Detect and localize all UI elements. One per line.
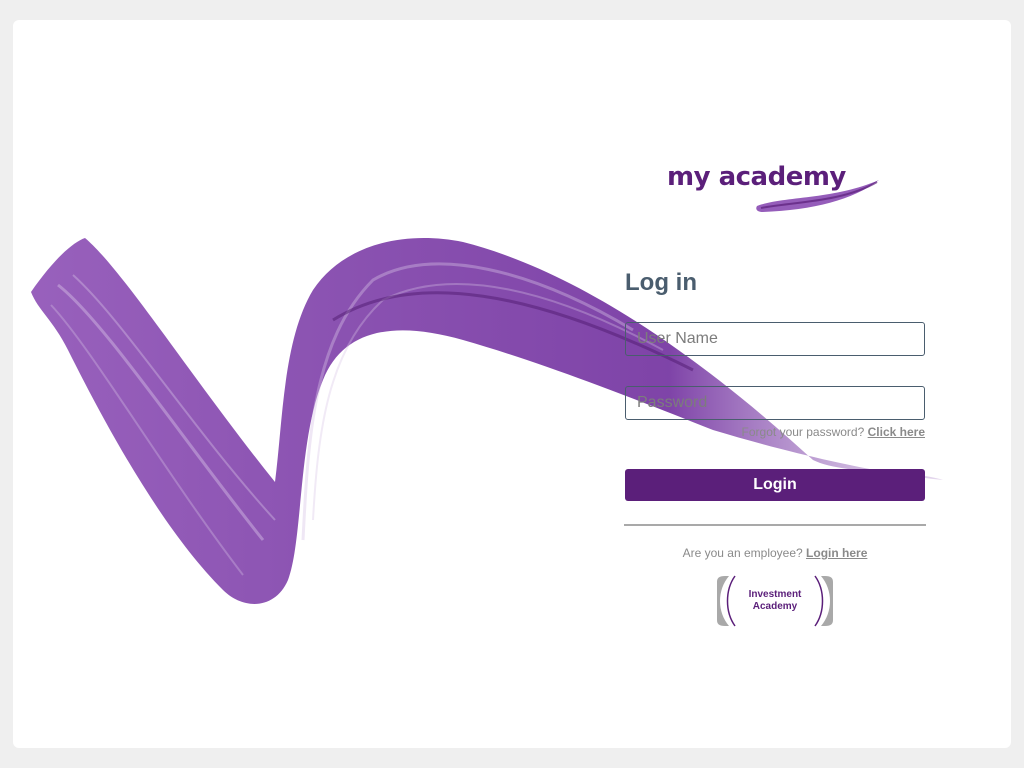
my-academy-logo: my academy — [665, 160, 885, 220]
login-button[interactable]: Login — [625, 469, 925, 501]
employee-text: Are you an employee? — [682, 546, 803, 560]
partner-logo-line1: Investment — [748, 589, 802, 600]
login-form: Log in Forgot your password? Click here … — [624, 266, 926, 628]
employee-login-row: Are you an employee? Login here — [625, 546, 925, 560]
partner-logo-line2: Academy — [752, 601, 798, 612]
logo-text: my academy — [667, 162, 846, 192]
forgot-password-text: Forgot your password? — [741, 425, 865, 439]
partner-logo-text: Investment Academy — [715, 589, 835, 613]
divider — [624, 524, 926, 526]
username-input[interactable] — [625, 322, 925, 356]
forgot-password-link[interactable]: Click here — [868, 425, 925, 439]
login-title: Log in — [625, 269, 697, 296]
login-card: my academy Log in Forgot your password? … — [13, 20, 1011, 748]
investment-academy-logo: Investment Academy — [715, 574, 835, 628]
password-input[interactable] — [625, 386, 925, 420]
employee-login-link[interactable]: Login here — [806, 546, 867, 560]
forgot-password-row: Forgot your password? Click here — [625, 425, 925, 439]
